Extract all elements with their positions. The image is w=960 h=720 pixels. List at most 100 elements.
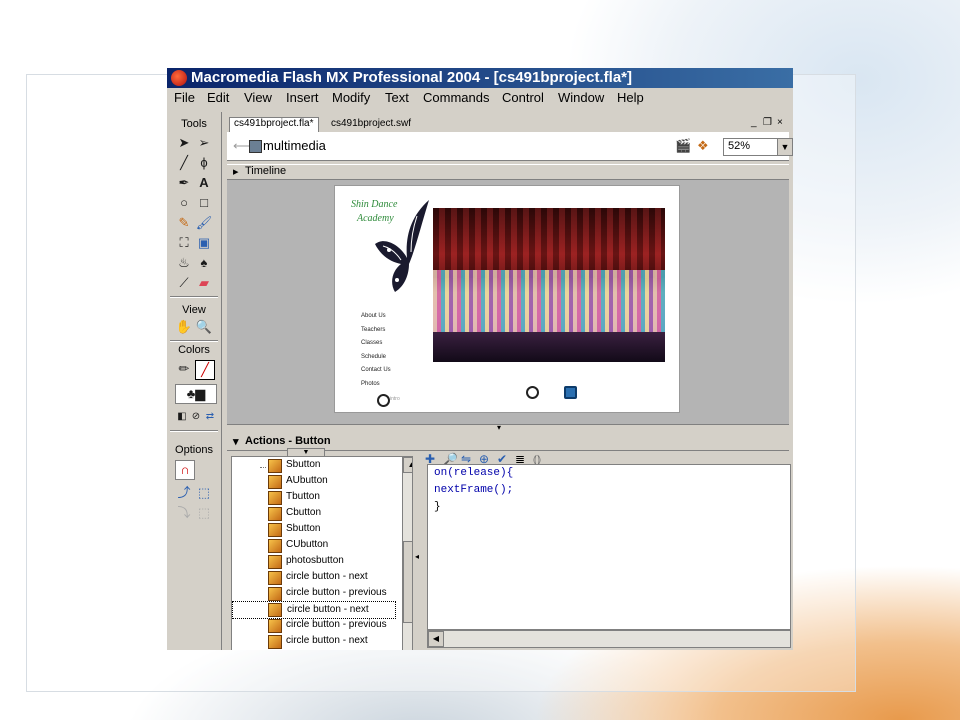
nav-schedule[interactable]: Schedule xyxy=(361,351,391,365)
edit-bar: ⟵ multimedia 🎬 ❖ 52% ▼ xyxy=(227,132,793,161)
title-bar: Macromedia Flash MX Professional 2004 - … xyxy=(167,68,793,88)
stage: Shin Dance Academy About Us Teachers Cla… xyxy=(334,185,680,413)
scroll-left-icon[interactable]: ◀ xyxy=(428,631,444,647)
list-item[interactable]: Sbutton xyxy=(286,521,412,537)
list-item[interactable]: photosbutton xyxy=(286,553,412,569)
swatch-icon[interactable]: ♣▆ xyxy=(175,384,217,404)
actions-panel-title: Actions - Button xyxy=(245,435,331,447)
expand-arrow-icon[interactable]: ▾ xyxy=(233,435,239,448)
hand-icon[interactable]: ✋ xyxy=(175,318,193,336)
free-transform-icon[interactable]: ⛶ xyxy=(175,234,193,252)
eyedropper-icon[interactable]: ⟋ xyxy=(175,274,193,292)
rectangle-icon[interactable]: □ xyxy=(195,194,213,212)
menu-edit[interactable]: Edit xyxy=(207,90,229,105)
actions-splitter[interactable]: ◂ xyxy=(414,456,424,650)
oval-icon[interactable]: ○ xyxy=(175,194,193,212)
rotate-icon[interactable]: ⬚ xyxy=(195,504,213,522)
list-item[interactable]: circle button - next xyxy=(286,569,412,585)
next-circle-button[interactable] xyxy=(564,386,577,399)
menu-control[interactable]: Control xyxy=(502,90,544,105)
smooth-icon[interactable]: ⤴ xyxy=(175,484,193,502)
button-symbol-icon xyxy=(268,619,282,633)
text-icon[interactable]: A xyxy=(195,174,213,192)
snap-magnet-icon[interactable]: ∩ xyxy=(175,460,195,480)
zoom-select[interactable]: 52% ▼ xyxy=(723,138,793,156)
menu-bar: File Edit View Insert Modify Text Comman… xyxy=(167,88,793,108)
nav-teachers[interactable]: Teachers xyxy=(361,324,391,338)
brush-icon[interactable]: 🖌 xyxy=(195,214,213,232)
restore-doc-button[interactable]: ❐ xyxy=(763,117,772,128)
window-title: Macromedia Flash MX Professional 2004 - … xyxy=(191,69,632,86)
line-icon[interactable]: ╱ xyxy=(175,154,193,172)
pen-icon[interactable]: ✒ xyxy=(175,174,193,192)
tab-swf[interactable]: cs491bproject.swf xyxy=(327,118,415,132)
pencil-icon[interactable]: ✎ xyxy=(175,214,193,232)
nav-about[interactable]: About Us xyxy=(361,310,391,324)
panel-splitter[interactable]: ▾ xyxy=(227,423,789,433)
button-symbol-icon xyxy=(268,555,282,569)
fill-color-icon[interactable]: ╱ xyxy=(195,360,215,380)
close-doc-button[interactable]: × xyxy=(777,117,783,128)
fill-transform-icon[interactable]: ▣ xyxy=(195,234,213,252)
menu-modify[interactable]: Modify xyxy=(332,90,370,105)
tools-panel: Tools ➤ ➢ ╱ ϕ ✒ A ○ □ ✎ 🖌 ⛶ ▣ ♨ ♠ ⟋ ▰ Vi… xyxy=(167,112,222,650)
list-item[interactable]: CUbutton xyxy=(286,537,412,553)
menu-window[interactable]: Window xyxy=(558,90,604,105)
list-item[interactable]: Cbutton xyxy=(286,505,412,521)
scroll-up-icon[interactable]: ▲ xyxy=(403,457,412,473)
scale-icon[interactable]: ⬚ xyxy=(195,484,213,502)
previous-circle-button[interactable] xyxy=(526,386,539,399)
button-symbol-icon xyxy=(268,523,282,537)
menu-help[interactable]: Help xyxy=(617,90,644,105)
nav-contact[interactable]: Contact Us xyxy=(361,364,391,378)
edit-symbol-icon[interactable]: ❖ xyxy=(697,138,709,154)
subselect-icon[interactable]: ➢ xyxy=(195,134,213,152)
stroke-color-icon[interactable]: ✏ xyxy=(175,360,193,378)
view-divider xyxy=(170,340,218,342)
menu-commands[interactable]: Commands xyxy=(423,90,489,105)
list-item[interactable]: circle button - previous xyxy=(286,585,412,601)
tab-fla[interactable]: cs491bproject.fla* xyxy=(229,117,319,132)
intro-button-icon[interactable] xyxy=(377,394,390,407)
menu-insert[interactable]: Insert xyxy=(286,90,319,105)
timeline-label: Timeline xyxy=(245,165,287,177)
collapse-arrow-icon[interactable]: ▾ xyxy=(497,423,501,432)
list-item[interactable]: Sbutton xyxy=(286,457,412,473)
list-item[interactable]: AUbutton xyxy=(286,473,412,489)
zoom-icon[interactable]: 🔍 xyxy=(195,318,213,336)
colors-title: Colors xyxy=(178,344,210,356)
edit-scene-icon[interactable]: 🎬 xyxy=(675,138,691,154)
button-symbol-icon xyxy=(268,539,282,553)
lasso-icon[interactable]: ϕ xyxy=(195,154,213,172)
flash-logo-icon xyxy=(171,70,187,86)
list-scrollbar[interactable]: ▲ xyxy=(402,457,412,650)
nav-photos[interactable]: Photos xyxy=(361,378,391,392)
timeline-bar[interactable]: ▸ Timeline xyxy=(227,164,789,180)
menu-text[interactable]: Text xyxy=(385,90,409,105)
minimize-doc-button[interactable]: _ xyxy=(751,117,757,128)
ink-bottle-icon[interactable]: ♨ xyxy=(175,254,193,272)
button-symbol-icon xyxy=(268,635,282,649)
tools-title: Tools xyxy=(181,118,207,130)
chevron-down-icon[interactable]: ▼ xyxy=(777,139,792,155)
list-item[interactable]: circle button - next xyxy=(286,633,412,649)
menu-file[interactable]: File xyxy=(174,90,195,105)
script-editor[interactable]: on(release){ nextFrame(); } xyxy=(427,464,791,630)
eraser-icon[interactable]: ▰ xyxy=(195,274,213,292)
nav-classes[interactable]: Classes xyxy=(361,337,391,351)
editor-hscrollbar[interactable]: ◀ xyxy=(427,630,791,648)
scroll-thumb[interactable] xyxy=(403,541,412,623)
menu-view[interactable]: View xyxy=(244,90,272,105)
list-item[interactable]: circle button - previous xyxy=(286,617,412,633)
actions-object-list: Sbutton AUbutton Tbutton Cbutton Sbutton… xyxy=(231,456,413,650)
document-area: cs491bproject.fla* cs491bproject.swf _ ❐… xyxy=(223,112,793,650)
swap-colors-icon[interactable]: ⇄ xyxy=(201,408,219,426)
paint-bucket-icon[interactable]: ♠ xyxy=(195,254,213,272)
straighten-icon[interactable]: ⤵ xyxy=(175,504,193,522)
arrow-icon[interactable]: ➤ xyxy=(175,134,193,152)
list-item[interactable]: Tbutton xyxy=(286,489,412,505)
scene-name[interactable]: multimedia xyxy=(263,138,326,153)
code-line: nextFrame(); xyxy=(434,484,514,496)
expand-arrow-icon[interactable]: ▸ xyxy=(233,165,239,178)
collapse-left-icon[interactable]: ◂ xyxy=(415,552,419,561)
